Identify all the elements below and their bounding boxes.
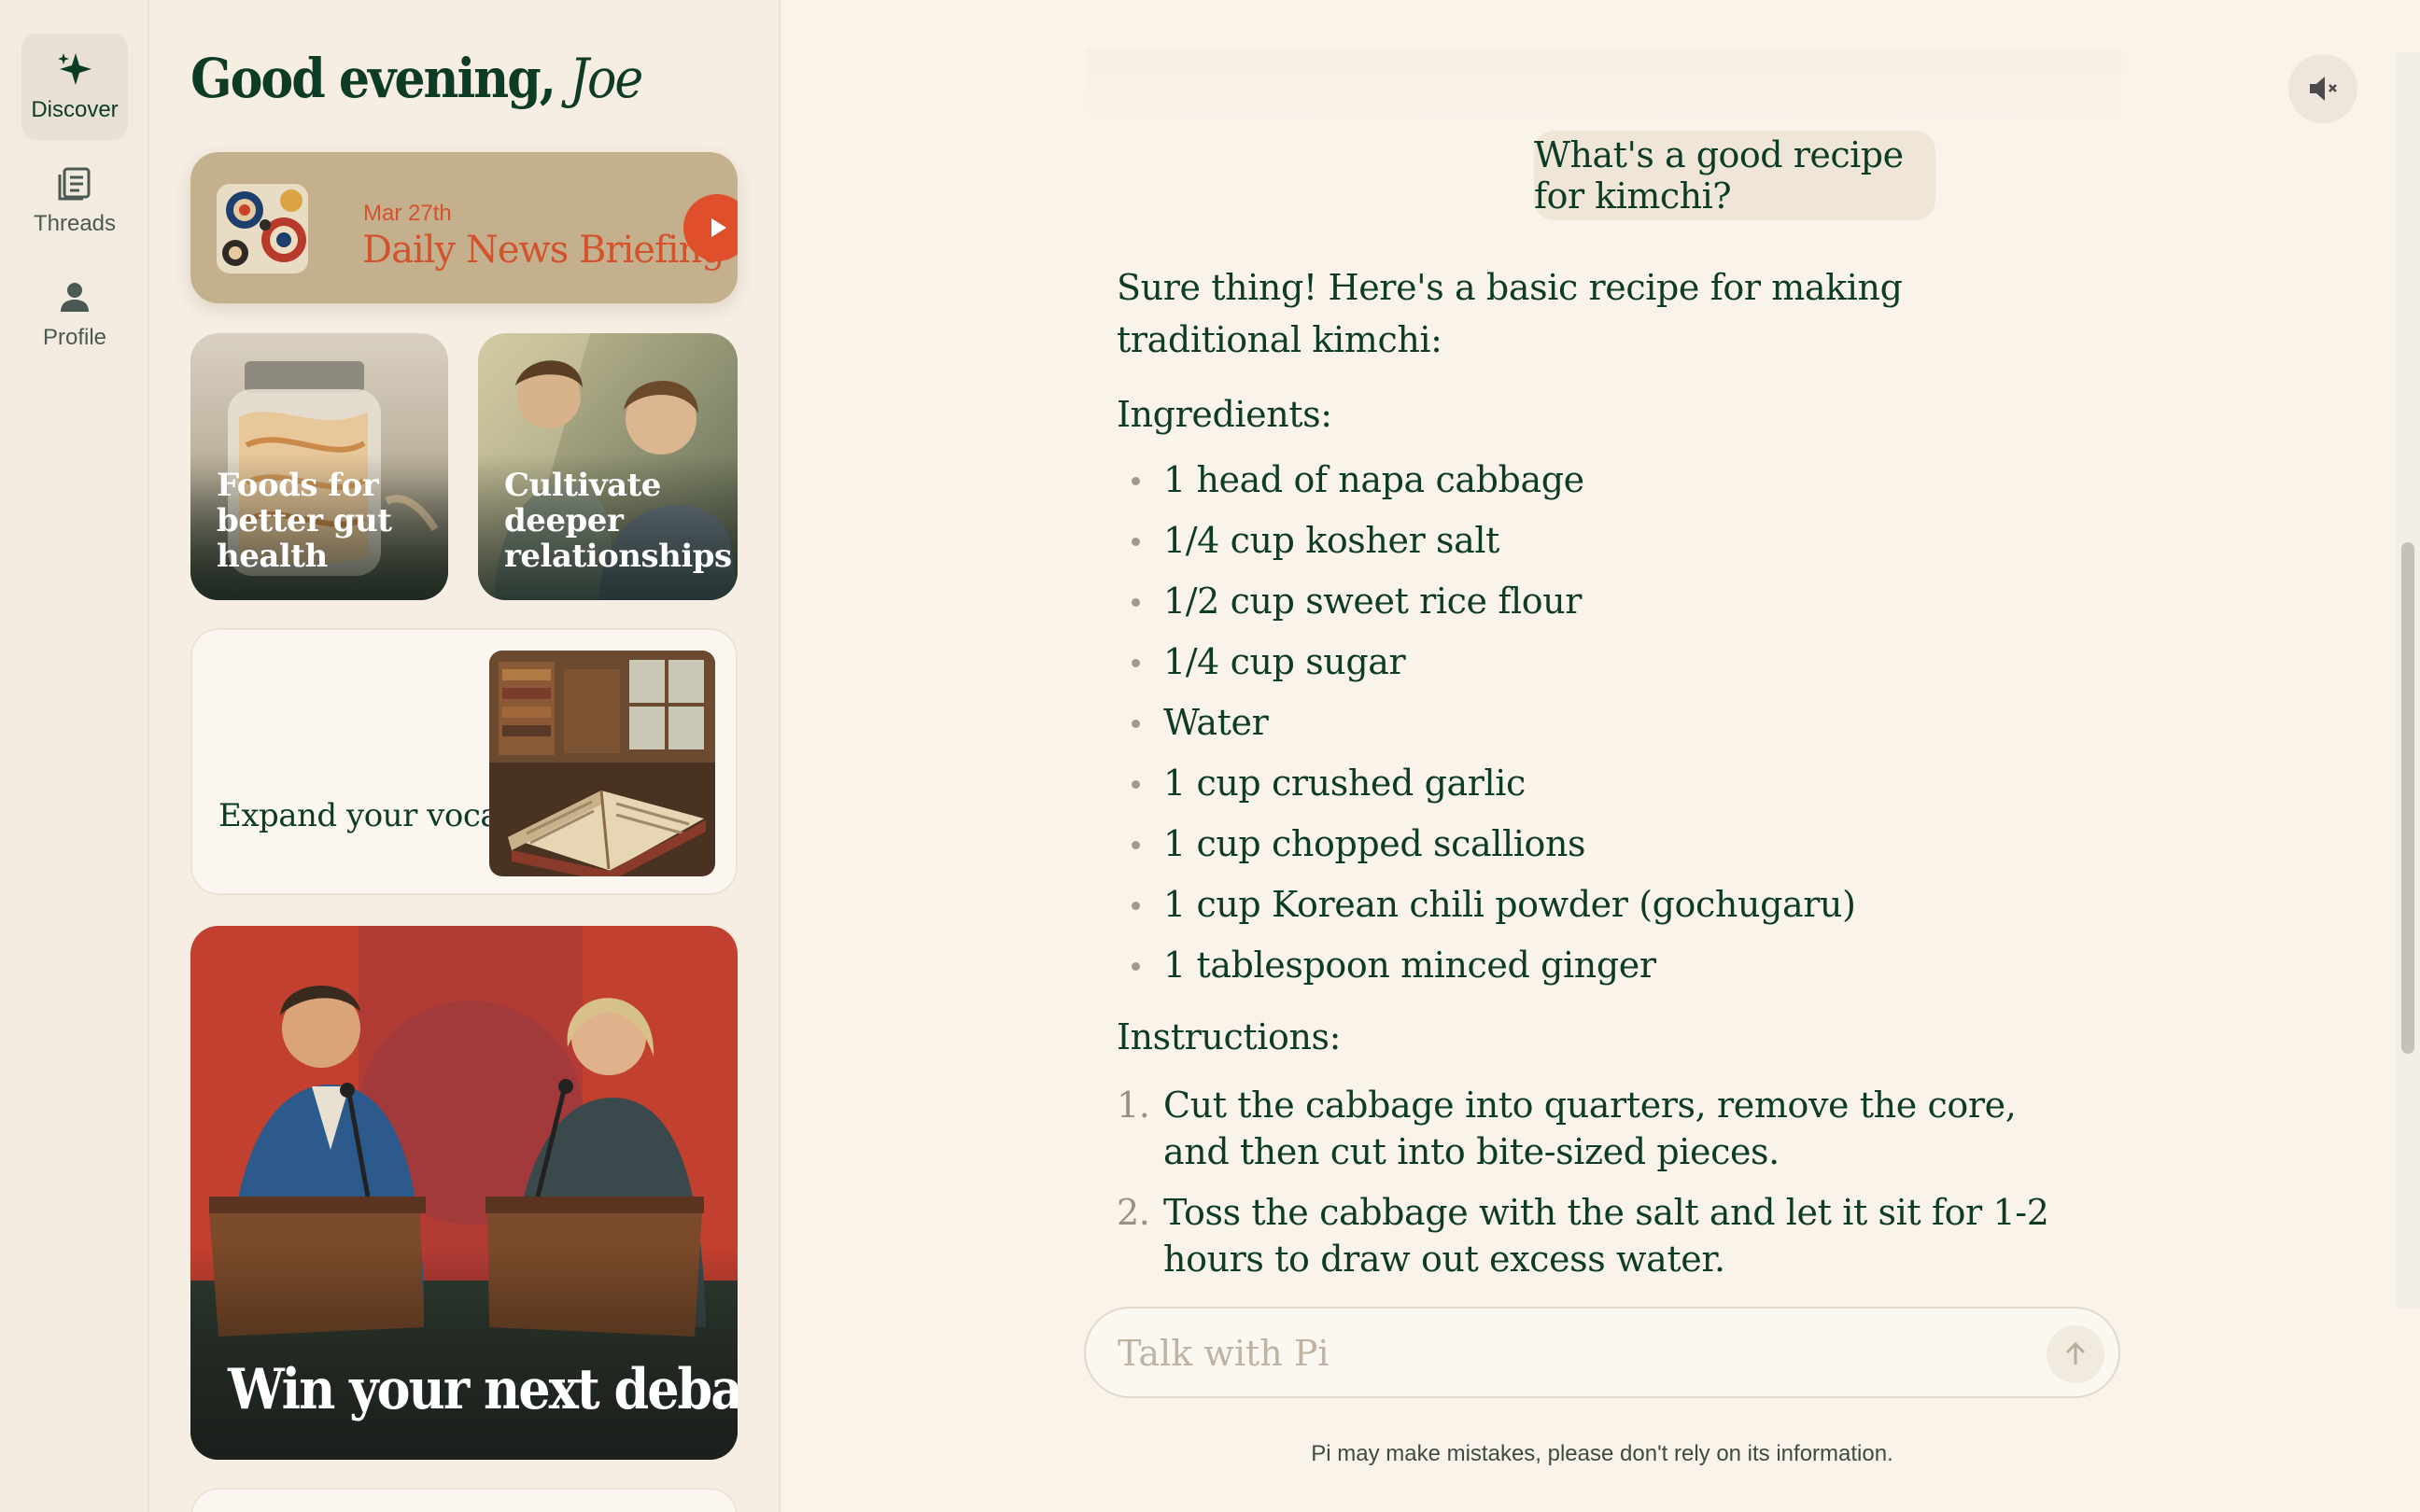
next-card[interactable] [190, 1488, 738, 1512]
bullet [1132, 477, 1140, 485]
nav-threads[interactable]: Threads [21, 147, 128, 254]
bullet [1132, 962, 1140, 971]
relationships-title: Cultivate deeper relationships [504, 467, 732, 575]
list-item: 1 tablespoon minced ginger [1117, 939, 2069, 1000]
composer [1084, 1307, 2120, 1398]
ingredient-text: 1 head of napa cabbage [1163, 459, 1584, 500]
chat-area: What's a good recipe for kimchi? Sure th… [782, 0, 2420, 1512]
bullet [1132, 538, 1140, 546]
nav-profile-label: Profile [42, 325, 107, 350]
step-number: 1. [1117, 1085, 1150, 1126]
person-icon [61, 283, 89, 312]
bullet [1132, 902, 1140, 910]
user-message: What's a good recipe for kimchi? [1534, 131, 1935, 220]
sparkle-icon [58, 53, 91, 85]
list-item: 1/4 cup sugar [1117, 636, 2069, 696]
relationships-card[interactable]: Cultivate deeper relationships [478, 333, 738, 600]
instructions-list: 1. Cut the cabbage into quarters, remove … [1117, 1082, 2069, 1282]
news-date: Mar 27th [363, 201, 452, 226]
list-item: 1/4 cup kosher salt [1117, 514, 2069, 575]
greeting-prefix: Good evening, [190, 47, 556, 110]
bullet [1132, 780, 1140, 789]
news-thumbnail [217, 184, 308, 273]
send-button[interactable] [2047, 1325, 2104, 1383]
library-book-image [489, 651, 715, 876]
list-item: 1 cup Korean chili powder (gochugaru) [1117, 878, 2069, 939]
step-text: Toss the cabbage with the salt and let i… [1163, 1192, 2049, 1280]
list-item: Water [1117, 696, 2069, 757]
ingredients-list: 1 head of napa cabbage 1/4 cup kosher sa… [1117, 454, 2069, 1000]
nav-threads-label: Threads [33, 211, 117, 236]
scrollbar[interactable] [2396, 52, 2420, 1309]
disclaimer: Pi may make mistakes, please don't rely … [1311, 1441, 1893, 1466]
ingredient-text: 1/4 cup sugar [1163, 641, 1406, 682]
ingredient-text: 1 cup Korean chili powder (gochugaru) [1163, 884, 1856, 925]
nav-discover-label: Discover [31, 97, 119, 122]
bullet [1132, 659, 1140, 667]
list-item: 1. Cut the cabbage into quarters, remove … [1117, 1082, 2069, 1175]
debate-card[interactable]: Win your next debate [190, 926, 738, 1460]
bullet [1132, 720, 1140, 728]
ingredient-text: 1/4 cup kosher salt [1163, 520, 1499, 561]
step-text: Cut the cabbage into quarters, remove th… [1163, 1085, 2017, 1172]
bullet [1132, 841, 1140, 849]
ingredient-text: 1 tablespoon minced ginger [1163, 945, 1656, 986]
ingredient-text: Water [1163, 702, 1269, 743]
ingredient-text: 1 cup chopped scallions [1163, 823, 1586, 864]
ingredient-text: 1/2 cup sweet rice flour [1163, 581, 1583, 622]
bullet [1132, 598, 1140, 607]
greeting: Good evening, Joe [190, 47, 643, 110]
list-item: 1/2 cup sweet rice flour [1117, 575, 2069, 636]
list-item: 1 cup chopped scallions [1117, 818, 2069, 878]
assistant-response: Sure thing! Here's a basic recipe for ma… [1117, 261, 2069, 1296]
threads-icon [58, 167, 91, 201]
gut-health-title: Foods for better gut health [217, 467, 392, 575]
play-icon [711, 218, 726, 237]
greeting-name: Joe [570, 47, 643, 110]
debate-title: Win your next debate [228, 1357, 738, 1422]
gut-health-card[interactable]: Foods for better gut health [190, 333, 448, 600]
step-number: 2. [1117, 1192, 1150, 1233]
scrollbar-thumb[interactable] [2401, 542, 2414, 1054]
news-briefing-card[interactable]: Mar 27th Daily News Briefing [190, 152, 738, 303]
nav-profile[interactable]: Profile [21, 261, 128, 368]
discover-panel: Good evening, Joe Mar 27th Daily News Br… [149, 0, 781, 1512]
arrow-up-icon [2065, 1341, 2086, 1365]
nav-discover[interactable]: Discover [21, 34, 128, 140]
nav-rail: Discover Threads Profile [0, 0, 149, 1512]
chat-input[interactable] [1118, 1329, 2014, 1378]
ingredients-heading: Ingredients: [1117, 394, 1332, 435]
response-intro: Sure thing! Here's a basic recipe for ma… [1117, 267, 1903, 360]
list-item: 1 cup crushed garlic [1117, 757, 2069, 818]
speaker-muted-icon [2310, 77, 2337, 101]
vocabulary-card[interactable]: Expand your vocabulary [190, 628, 738, 895]
top-fade [1086, 49, 2122, 123]
ingredient-text: 1 cup crushed garlic [1163, 763, 1526, 804]
instructions-heading: Instructions: [1117, 1016, 1342, 1057]
list-item: 1 head of napa cabbage [1117, 454, 2069, 514]
list-item: 2. Toss the cabbage with the salt and let… [1117, 1189, 2069, 1282]
news-title: Daily News Briefing [362, 229, 725, 272]
mute-button[interactable] [2288, 54, 2357, 123]
